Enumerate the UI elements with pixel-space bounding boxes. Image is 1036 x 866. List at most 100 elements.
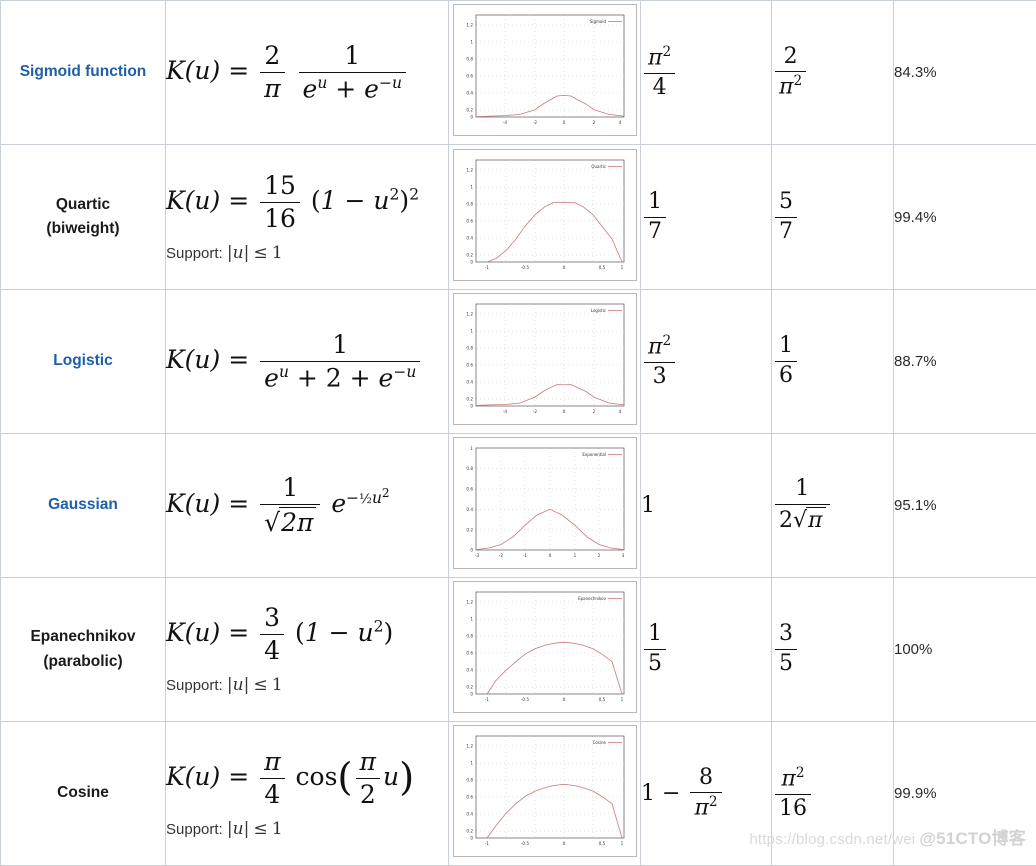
roughness-value: 35 <box>772 622 800 676</box>
kernel-plot-epanechnikov: 00.2 0.40.6 0.811.2 -1-0.5 00.51 Epanech… <box>453 581 637 713</box>
roughness-logistic: 16 <box>772 290 894 434</box>
kernel-name-label: Logistic <box>53 352 112 369</box>
svg-text:0.2: 0.2 <box>466 528 473 533</box>
formula-expression: K(u) = 2π 1eu + e−u <box>166 42 409 103</box>
kernel-name-sigmoid[interactable]: Sigmoid function <box>1 1 166 145</box>
svg-text:3: 3 <box>621 553 624 558</box>
roughness-epanechnikov: 35 <box>772 578 894 722</box>
svg-text:-1: -1 <box>522 553 527 558</box>
variance-cosine: 1 − 8π2 <box>641 722 772 866</box>
kernel-name-epanechnikov: Epanechnikov (parabolic) <box>1 578 166 722</box>
svg-text:0.5: 0.5 <box>598 265 605 270</box>
formula-quartic: K(u) = 1516 (1 − u2)2 Support: |u| ≤ 1 <box>166 145 449 290</box>
svg-text:0.6: 0.6 <box>466 795 473 800</box>
svg-text:1: 1 <box>470 329 473 334</box>
svg-text:-2: -2 <box>498 553 503 558</box>
formula-expression: K(u) = 1516 (1 − u2)2 <box>166 172 419 233</box>
kernel-plot-quartic: 00.2 0.40.6 0.811.2 -1-0.5 00.51 Quartic <box>453 149 637 281</box>
svg-text:1: 1 <box>470 761 473 766</box>
svg-text:1.2: 1.2 <box>466 167 473 172</box>
svg-text:0: 0 <box>562 697 565 702</box>
variance-quartic: 17 <box>641 145 772 290</box>
variance-value: π23 <box>641 334 678 390</box>
svg-text:0.6: 0.6 <box>466 363 473 368</box>
kernel-name-label: Epanechnikov <box>30 628 135 645</box>
svg-text:4: 4 <box>618 120 621 125</box>
svg-text:0.8: 0.8 <box>466 201 473 206</box>
roughness-quartic: 57 <box>772 145 894 290</box>
formula-gaussian: K(u) = 1√2π e−½u2 <box>166 434 449 578</box>
svg-text:0.6: 0.6 <box>466 218 473 223</box>
kernel-plot-cosine: 00.2 0.40.6 0.811.2 -1-0.5 00.51 Cosine <box>453 725 637 857</box>
svg-text:0.5: 0.5 <box>598 697 605 702</box>
variance-sigmoid: π24 <box>641 1 772 145</box>
support-note: Support: |u| ≤ 1 <box>166 243 448 263</box>
kernel-name-cosine: Cosine <box>1 722 166 866</box>
efficiency-cosine: 99.9% <box>894 722 1036 866</box>
svg-text:0.2: 0.2 <box>466 829 473 834</box>
svg-text:-0.5: -0.5 <box>520 841 529 846</box>
table-row: Logistic K(u) = 1eu + 2 + e−u <box>1 290 1036 434</box>
svg-text:-1: -1 <box>484 841 489 846</box>
variance-value: π24 <box>641 45 678 101</box>
formula-epanechnikov: K(u) = 34 (1 − u2) Support: |u| ≤ 1 <box>166 578 449 722</box>
efficiency-epanechnikov: 100% <box>894 578 1036 722</box>
svg-text:1.2: 1.2 <box>466 23 473 28</box>
table-row: Epanechnikov (parabolic) K(u) = 34 (1 − … <box>1 578 1036 722</box>
variance-epanechnikov: 15 <box>641 578 772 722</box>
roughness-cosine: π216 <box>772 722 894 866</box>
formula-sigmoid: K(u) = 2π 1eu + e−u <box>166 1 449 145</box>
variance-value: 15 <box>641 622 669 676</box>
svg-text:0.2: 0.2 <box>466 397 473 402</box>
svg-text:1: 1 <box>620 265 623 270</box>
plot-cell-quartic: 00.2 0.40.6 0.811.2 -1-0.5 00.51 Quartic <box>449 145 641 290</box>
svg-text:0.6: 0.6 <box>466 487 473 492</box>
svg-text:Quartic: Quartic <box>591 164 606 169</box>
formula-expression: K(u) = 34 (1 − u2) <box>166 604 393 665</box>
svg-text:0.4: 0.4 <box>466 812 473 817</box>
svg-text:4: 4 <box>618 409 621 414</box>
kernel-plot-logistic: 00.2 0.40.6 0.811.2 -4-2 024 Logistic <box>453 293 637 425</box>
svg-text:0.6: 0.6 <box>466 74 473 79</box>
variance-value: 1 <box>641 495 655 517</box>
formula-expression: K(u) = π4 cos(π2u) <box>166 748 414 809</box>
kernel-name-logistic[interactable]: Logistic <box>1 290 166 434</box>
svg-text:0: 0 <box>470 548 473 553</box>
svg-text:-4: -4 <box>502 120 507 125</box>
table-row: Sigmoid function K(u) = 2π 1eu + e−u <box>1 1 1036 145</box>
svg-text:0: 0 <box>470 115 473 120</box>
svg-text:0.5: 0.5 <box>598 841 605 846</box>
svg-text:1: 1 <box>470 617 473 622</box>
svg-text:1.2: 1.2 <box>466 744 473 749</box>
svg-text:0.2: 0.2 <box>466 685 473 690</box>
table-row: Gaussian K(u) = 1√2π e−½u2 <box>1 434 1036 578</box>
svg-text:0.4: 0.4 <box>466 91 473 96</box>
svg-text:Cosine: Cosine <box>592 740 606 745</box>
kernel-name-gaussian[interactable]: Gaussian <box>1 434 166 578</box>
svg-text:-0.5: -0.5 <box>520 697 529 702</box>
svg-text:0.8: 0.8 <box>466 346 473 351</box>
svg-text:0.4: 0.4 <box>466 235 473 240</box>
svg-text:2: 2 <box>597 553 600 558</box>
kernel-name-label: Cosine <box>57 784 109 801</box>
svg-text:0.4: 0.4 <box>466 668 473 673</box>
svg-text:0.8: 0.8 <box>466 634 473 639</box>
table-row: Quartic (biweight) K(u) = 1516 (1 − u2)2… <box>1 145 1036 290</box>
variance-value: 1 − 8π2 <box>641 766 725 822</box>
svg-text:0: 0 <box>562 841 565 846</box>
svg-text:1: 1 <box>470 184 473 189</box>
kernel-plot-sigmoid: 00.2 0.40.6 0.811.2 -4-2 024 Sigmoid <box>453 4 637 136</box>
svg-text:0.2: 0.2 <box>466 252 473 257</box>
roughness-value: 57 <box>772 190 800 244</box>
efficiency-logistic: 88.7% <box>894 290 1036 434</box>
roughness-value: π216 <box>772 766 814 822</box>
svg-text:-1: -1 <box>484 697 489 702</box>
kernel-name-sublabel: (biweight) <box>46 220 119 237</box>
svg-text:0.4: 0.4 <box>466 380 473 385</box>
kernel-name-label: Sigmoid function <box>20 63 147 80</box>
svg-text:0: 0 <box>470 259 473 264</box>
svg-text:-3: -3 <box>474 553 479 558</box>
svg-text:-2: -2 <box>532 120 537 125</box>
plot-cell-logistic: 00.2 0.40.6 0.811.2 -4-2 024 Logistic <box>449 290 641 434</box>
svg-text:0.8: 0.8 <box>466 778 473 783</box>
